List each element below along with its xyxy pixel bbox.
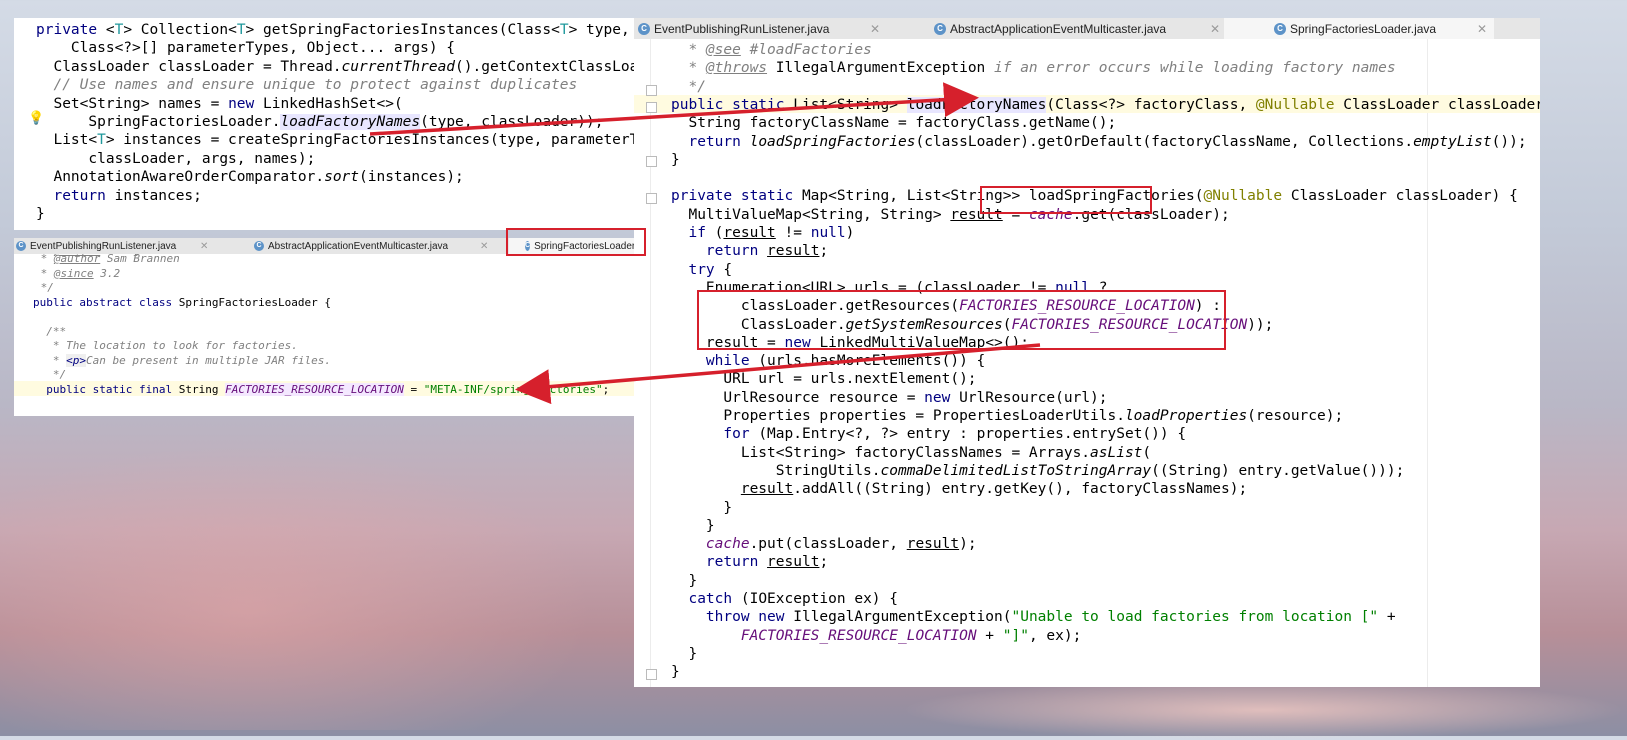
tab-label: AbstractApplicationEventMulticaster.java [950, 21, 1167, 36]
tab-abstract-multicaster[interactable]: C AbstractApplicationEventMulticaster.ja… [254, 238, 504, 254]
code-line: URL url = urls.nextElement(); [671, 371, 977, 388]
code-line: public static final String FACTORIES_RES… [46, 382, 610, 396]
code-line: classLoader, args, names); [36, 150, 316, 167]
code-line: result.addAll((String) entry.getKey(), f… [740, 481, 1248, 498]
tab-abstract-multicaster[interactable]: C AbstractApplicationEventMulticaster.ja… [934, 18, 1224, 39]
code-line: /** [33, 324, 67, 338]
code-line: FACTORIES_RESOURCE_LOCATION + "]", ex); [740, 627, 1082, 644]
code-line: public abstract class SpringFactoriesLoa… [33, 295, 332, 309]
close-icon[interactable]: ✕ [1477, 22, 1487, 36]
code-line: * @see #loadFactories [671, 42, 872, 58]
fold-icon[interactable] [646, 669, 657, 680]
code-line: } [671, 151, 680, 168]
top-code-editor[interactable]: 💡 private <T> Collection<T> getSpringFac… [14, 18, 634, 230]
highlight-box-load-spring-factories [980, 186, 1152, 214]
code-line: StringUtils.commaDelimitedListToStringAr… [671, 462, 1405, 479]
background-cloud [0, 430, 620, 730]
code-line: * @author Sam Brannen [34, 254, 180, 265]
code-line: */ [34, 281, 54, 295]
class-icon: C [638, 22, 650, 35]
class-icon: C [254, 241, 264, 251]
code-line: public static List<String> loadFactoryNa… [671, 96, 1540, 113]
code-line: return instances; [53, 187, 202, 204]
main-editor-tabbar: C EventPublishingRunListener.java ✕ C Ab… [634, 18, 1540, 40]
tab-label: SpringFactoriesLoader.java [1290, 21, 1437, 36]
code-line: return result; [705, 243, 829, 260]
close-icon[interactable]: ✕ [480, 241, 488, 252]
code-line: // Use names and ensure unique to protec… [36, 77, 578, 94]
code-line: } [671, 645, 698, 662]
code-line: Class<?>[] parameterTypes, Object... arg… [36, 40, 456, 57]
tab-label: EventPublishingRunListener.java [654, 21, 830, 36]
code-line: AnnotationAwareOrderComparator.sort(inst… [36, 169, 464, 186]
code-line: cache.put(classLoader, result); [705, 536, 977, 553]
code-line: if (result != null) [688, 225, 855, 241]
code-line: UrlResource resource = new UrlResource(u… [671, 389, 1108, 406]
tab-label: EventPublishingRunListener.java [30, 240, 177, 252]
tab-spring-factories-loader[interactable]: C SpringFactoriesLoader.java ✕ [1224, 18, 1494, 39]
code-line: } [671, 517, 715, 534]
code-line: Properties properties = PropertiesLoader… [671, 408, 1344, 424]
code-line: */ [671, 78, 706, 95]
code-line: for (Map.Entry<?, ?> entry : properties.… [723, 426, 1187, 443]
code-line: } [36, 206, 45, 222]
code-line: } [671, 499, 733, 516]
code-line: } [671, 664, 680, 681]
code-line: while (urls.hasMoreElements()) { [705, 353, 986, 370]
code-line: catch (IOException ex) { [688, 591, 898, 607]
code-line: * @since 3.2 [34, 266, 121, 280]
close-icon[interactable]: ✕ [1210, 22, 1220, 36]
fold-icon[interactable] [646, 102, 657, 113]
highlight-box-get-resources [697, 290, 1226, 350]
gutter-divider [650, 39, 651, 687]
code-line: * <p>Can be present in multiple JAR file… [33, 353, 332, 367]
code-line: * The location to look for factories. [33, 339, 298, 352]
highlight-box-tab [506, 228, 646, 256]
fold-icon[interactable] [646, 85, 657, 96]
code-line: throw new IllegalArgumentException("Unab… [705, 609, 1396, 626]
close-icon[interactable]: ✕ [870, 22, 880, 36]
class-icon: C [16, 241, 26, 251]
class-icon: C [934, 22, 946, 35]
code-line: private <T> Collection<T> getSpringFacto… [36, 22, 630, 38]
background-cloud [900, 680, 1627, 740]
code-line: ClassLoader classLoader = Thread.current… [36, 58, 634, 75]
fold-icon[interactable] [646, 156, 657, 167]
class-icon: C [1274, 22, 1286, 35]
tab-event-publishing[interactable]: C EventPublishingRunListener.java ✕ [638, 18, 908, 39]
code-line: Set<String> names = new LinkedHashSet<>( [36, 95, 403, 112]
code-line: * @throws IllegalArgumentException if an… [671, 60, 1396, 77]
tab-event-publishing[interactable]: C EventPublishingRunListener.java ✕ [16, 238, 216, 254]
code-line: */ [33, 368, 67, 382]
tab-label: AbstractApplicationEventMulticaster.java [268, 240, 449, 252]
close-icon[interactable]: ✕ [200, 241, 208, 252]
code-line: try { [688, 261, 733, 278]
main-code-editor[interactable]: * @see #loadFactories * @throws IllegalA… [634, 39, 1540, 687]
code-line: String factoryClassName = factoryClass.g… [671, 115, 1117, 132]
code-line: return result; [705, 554, 829, 571]
code-line: List<String> factoryClassNames = Arrays.… [671, 444, 1152, 461]
code-line: } [671, 572, 698, 589]
small-code-editor[interactable]: * @author Juergen Hoeller * @author Sam … [14, 254, 634, 416]
code-line: SpringFactoriesLoader.loadFactoryNames(t… [36, 114, 604, 130]
code-line: return loadSpringFactories(classLoader).… [688, 133, 1527, 150]
code-line: List<T> instances = createSpringFactorie… [36, 132, 634, 149]
fold-icon[interactable] [646, 193, 657, 204]
